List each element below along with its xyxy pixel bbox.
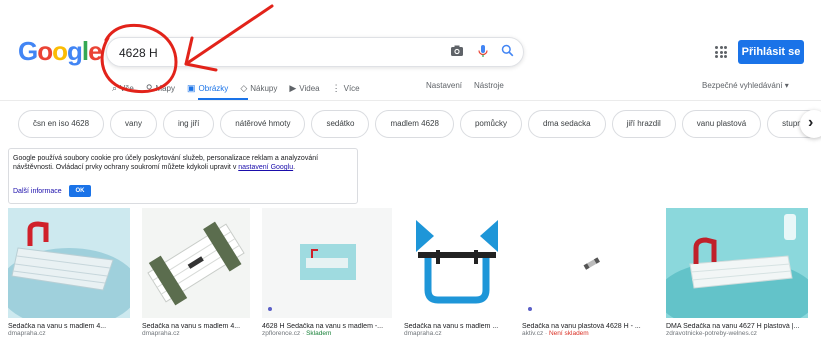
result-caption[interactable]: 4628 H Sedačka na vanu s madlem -... zpf…: [262, 323, 392, 337]
chip[interactable]: nátěrové hmoty: [220, 110, 306, 138]
logo-letter: G: [18, 36, 38, 66]
search-icon[interactable]: [499, 44, 515, 60]
tab-label: Vše: [120, 83, 134, 93]
more-info-link[interactable]: Další informace: [13, 188, 62, 195]
apps-grid-icon[interactable]: [715, 46, 727, 58]
ok-button[interactable]: OK: [69, 185, 91, 197]
settings-link[interactable]: Nastavení: [426, 81, 462, 90]
tab-maps[interactable]: ⚲ Mapy: [146, 83, 175, 94]
result-title[interactable]: Sedačka na vanu s madlem 4...: [142, 323, 250, 330]
chip[interactable]: ing jiří: [162, 110, 215, 138]
chevron-right-icon[interactable]: ›: [800, 110, 821, 138]
tab-images[interactable]: ▣ Obrázky: [187, 83, 228, 94]
camera-icon[interactable]: [449, 44, 465, 60]
result-title[interactable]: Sedačka na vanu s madlem ...: [404, 323, 510, 330]
result-title[interactable]: DMA Sedačka na vanu 4627 H plastová |...: [666, 323, 808, 330]
result-image[interactable]: [404, 208, 510, 318]
cookie-text-end: .: [293, 164, 296, 171]
related-chips: čsn en iso 4628 vany ing jiří nátěrové h…: [18, 110, 821, 138]
stock-status: Skladem: [306, 330, 332, 337]
result-source: dmapraha.cz: [404, 330, 510, 337]
tab-label: Nákupy: [250, 83, 278, 93]
safesearch-toggle[interactable]: Bezpečné vyhledávání ▾: [702, 81, 789, 90]
result-image[interactable]: [522, 208, 654, 318]
chip[interactable]: sedátko: [311, 110, 370, 138]
tab-more[interactable]: ⋮ Více: [332, 83, 360, 94]
result-caption[interactable]: Sedačka na vanu s madlem ... dmapraha.cz: [404, 323, 510, 337]
tab-label: Obrázky: [198, 83, 229, 93]
result-title[interactable]: 4628 H Sedačka na vanu s madlem -...: [262, 323, 392, 330]
result-source: dmapraha.cz: [8, 330, 130, 337]
tab-label: Videa: [299, 83, 320, 93]
tab-label: Více: [343, 83, 360, 93]
logo-letter: e: [88, 36, 103, 66]
chip[interactable]: čsn en iso 4628: [18, 110, 105, 138]
chip[interactable]: vany: [110, 110, 157, 138]
search-tabs: ⌕ Vše ⚲ Mapy ▣ Obrázky ◇ Nákupy ▶ Videa ⋮ Více: [112, 80, 372, 96]
logo-letter: g: [67, 36, 83, 66]
mic-icon[interactable]: [475, 44, 491, 60]
result-caption[interactable]: Sedačka na vanu s madlem 4... dmapraha.c…: [8, 323, 130, 337]
result-source: zdravotnicke-potreby-welnes.cz: [666, 330, 808, 337]
header-divider: [0, 100, 821, 101]
map-pin-icon: ⚲: [145, 82, 153, 93]
cookie-notice: Google používá soubory cookie pro účely …: [8, 148, 358, 204]
cookie-text: Google používá soubory cookie pro účely …: [13, 154, 359, 172]
result-image[interactable]: [142, 208, 250, 318]
google-logo[interactable]: Google: [18, 36, 103, 67]
tab-label: Mapy: [155, 83, 175, 93]
chip[interactable]: pomůcky: [459, 110, 522, 138]
result-caption[interactable]: Sedačka na vanu s madlem 4... dmapraha.c…: [142, 323, 250, 337]
result-source: dmapraha.cz: [142, 330, 250, 337]
more-vert-icon: ⋮: [331, 82, 341, 93]
signin-button[interactable]: Přihlásit se: [738, 40, 804, 64]
logo-letter: o: [52, 36, 68, 66]
tab-shopping[interactable]: ◇ Nákupy: [240, 83, 277, 94]
image-icon: ▣: [187, 82, 196, 93]
result-image[interactable]: [666, 208, 808, 318]
source-domain: zpflorence.cz ·: [262, 330, 307, 337]
source-domain: zdravotnicke-potreby-welnes.cz: [666, 330, 758, 337]
tools-link[interactable]: Nástroje: [474, 81, 504, 90]
search-box[interactable]: [106, 37, 524, 67]
tab-all[interactable]: ⌕ Vše: [112, 83, 134, 94]
result-source: aktiv.cz · Není skladem: [522, 330, 654, 337]
source-domain: dmapraha.cz: [404, 330, 442, 337]
result-source: zpflorence.cz · Skladem: [262, 330, 392, 337]
tag-icon: ◇: [240, 82, 248, 93]
logo-letter: o: [37, 36, 53, 66]
chip[interactable]: dma sedacka: [527, 110, 606, 138]
result-image[interactable]: [262, 208, 392, 318]
chip[interactable]: madlem 4628: [375, 110, 454, 138]
result-title[interactable]: Sedačka na vanu s madlem 4...: [8, 323, 130, 330]
play-icon: ▶: [289, 82, 297, 93]
cookie-settings-link[interactable]: nastavení Googlu: [238, 164, 293, 171]
result-title[interactable]: Sedačka na vanu plastová 4628 H - ...: [522, 323, 654, 330]
source-domain: dmapraha.cz: [142, 330, 180, 337]
result-image[interactable]: [8, 208, 130, 318]
chip[interactable]: vanu plastová: [681, 110, 762, 138]
stock-status: Není skladem: [548, 330, 589, 337]
chip[interactable]: jiří hrazdil: [611, 110, 676, 138]
result-caption[interactable]: Sedačka na vanu plastová 4628 H - ... ak…: [522, 323, 654, 337]
tab-videos[interactable]: ▶ Videa: [289, 83, 319, 94]
search-icon: ⌕: [112, 82, 118, 93]
search-input[interactable]: [117, 42, 441, 64]
source-domain: aktiv.cz ·: [522, 330, 549, 337]
source-domain: dmapraha.cz: [8, 330, 46, 337]
result-caption[interactable]: DMA Sedačka na vanu 4627 H plastová |...…: [666, 323, 808, 337]
